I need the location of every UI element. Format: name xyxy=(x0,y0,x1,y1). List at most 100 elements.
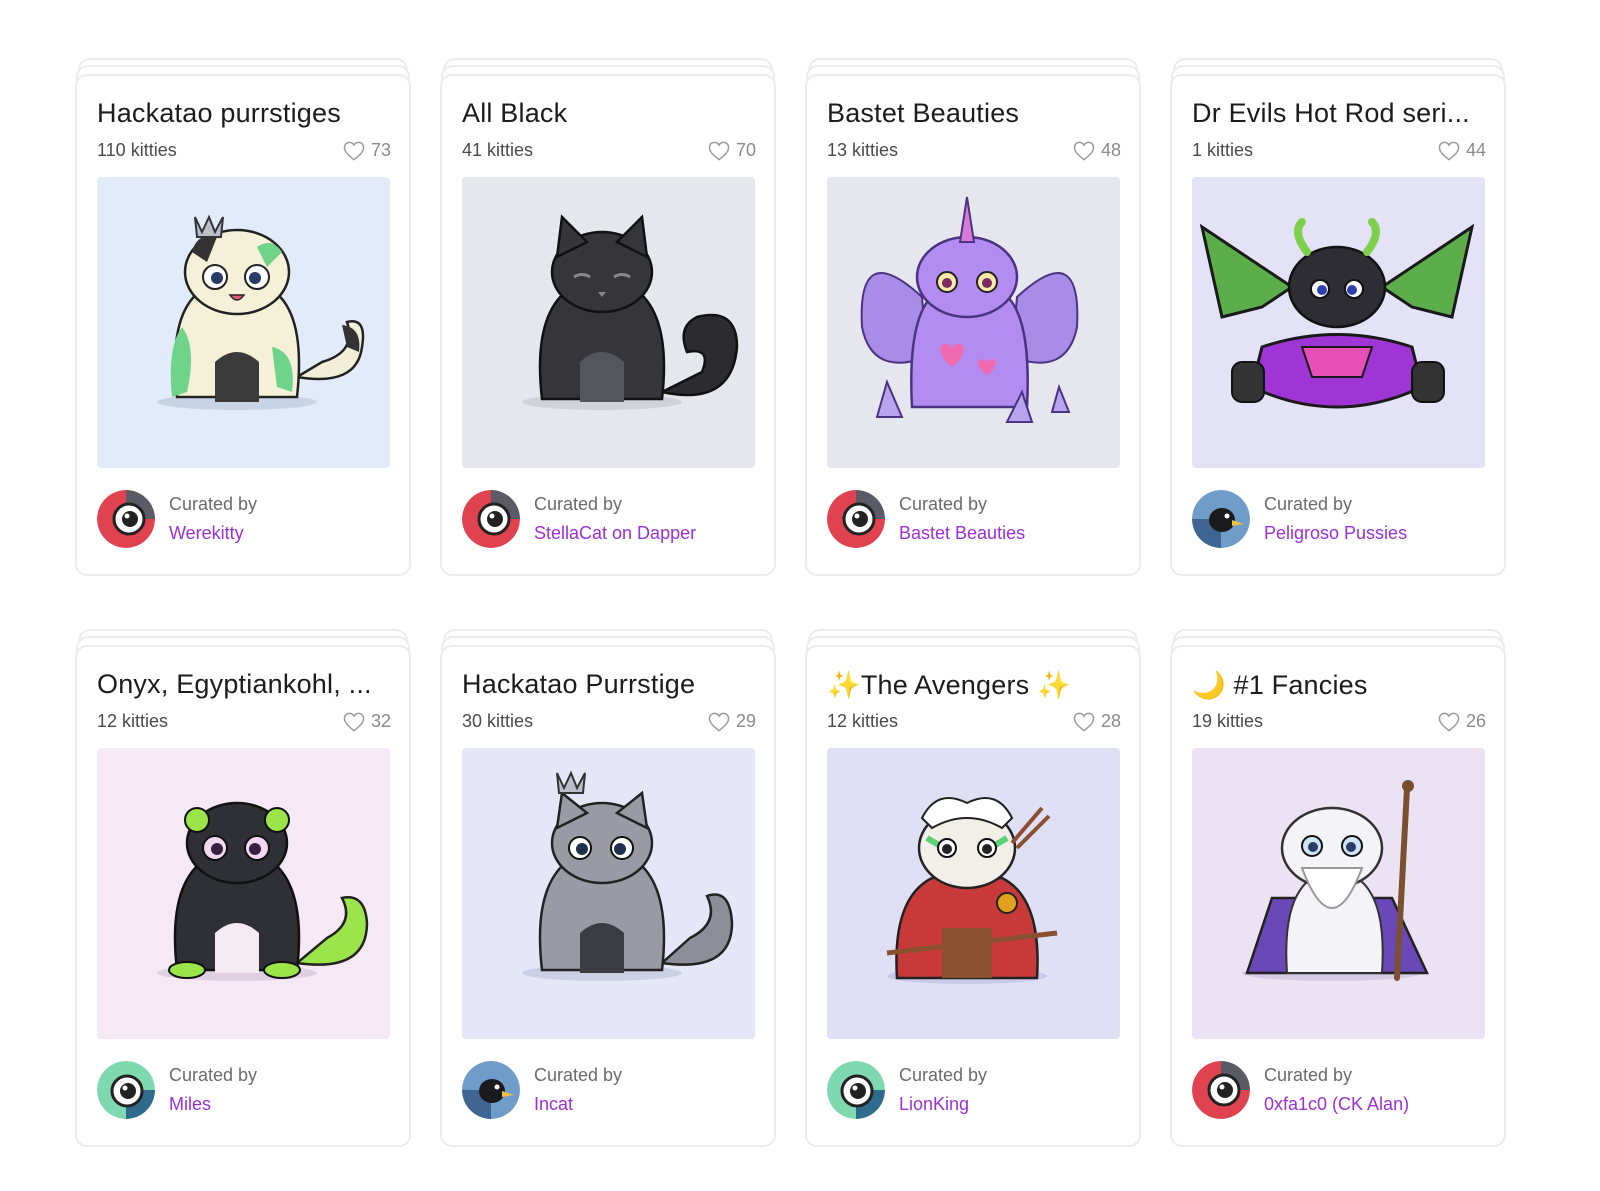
red-eye-avatar[interactable] xyxy=(462,490,520,548)
like-count: 73 xyxy=(370,140,391,160)
like-button[interactable]: 44 xyxy=(1438,140,1486,161)
curated-by-label: Curated by xyxy=(169,494,258,514)
curator-name-link[interactable]: LionKing xyxy=(899,1094,969,1115)
heart-icon xyxy=(1073,141,1095,161)
cat-wizard-icon xyxy=(1242,780,1429,981)
blue-bird-avatar[interactable] xyxy=(462,1061,520,1119)
collection-card-wrapper: ✨The Avengers ✨ 12 kitties 28 Curated by… xyxy=(805,629,1141,1149)
cat-archer-icon xyxy=(886,797,1058,984)
collection-card-wrapper: Hackatao Purrstige 30 kitties 29 Curated… xyxy=(440,629,776,1149)
collection-card[interactable]: Dr Evils Hot Rod seri... 1 kitties 44 Cu… xyxy=(1170,74,1506,576)
collection-meta: 13 kitties 48 xyxy=(827,140,1121,162)
curator-name-link[interactable]: Bastet Beauties xyxy=(899,523,1025,544)
curated-by-label: Curated by xyxy=(534,1065,623,1085)
curator-name-link[interactable]: Incat xyxy=(534,1094,573,1115)
kitty-count: 30 kitties xyxy=(462,711,534,731)
collections-grid: Hackatao purrstiges 110 kitties 73 Curat… xyxy=(75,58,1506,1149)
cat-unicorn-wings-icon xyxy=(860,196,1079,423)
like-button[interactable]: 73 xyxy=(343,140,391,161)
curator-info: Curated by Werekitty xyxy=(97,490,393,550)
cat-black-icon xyxy=(522,214,739,410)
collection-card[interactable]: Bastet Beauties 13 kitties 48 Curated by… xyxy=(805,74,1141,576)
curator-info: Curated by 0xfa1c0 (CK Alan) xyxy=(1192,1061,1488,1121)
collection-title: All Black xyxy=(462,98,568,128)
green-eye-avatar[interactable] xyxy=(827,1061,885,1119)
collection-card[interactable]: 🌙 #1 Fancies 19 kitties 26 Curated by 0x… xyxy=(1170,645,1506,1147)
collection-meta: 41 kitties 70 xyxy=(462,140,756,162)
kitty-count: 19 kitties xyxy=(1192,711,1264,731)
curator-info: Curated by StellaCat on Dapper xyxy=(462,490,758,550)
collection-card-wrapper: Onyx, Egyptiankohl, ... 12 kitties 32 Cu… xyxy=(75,629,411,1149)
like-button[interactable]: 48 xyxy=(1073,140,1121,161)
like-count: 44 xyxy=(1465,140,1486,160)
red-eye-avatar[interactable] xyxy=(827,490,885,548)
collection-art[interactable] xyxy=(97,177,390,468)
collection-card-wrapper: 🌙 #1 Fancies 19 kitties 26 Curated by 0x… xyxy=(1170,629,1506,1149)
collection-title: Bastet Beauties xyxy=(827,98,1020,128)
curator-name-link[interactable]: StellaCat on Dapper xyxy=(534,523,696,544)
like-button[interactable]: 70 xyxy=(708,140,756,161)
collection-art[interactable] xyxy=(827,748,1120,1039)
curator-info: Curated by Incat xyxy=(462,1061,758,1121)
heart-icon xyxy=(708,141,730,161)
curator-name-link[interactable]: Miles xyxy=(169,1094,211,1115)
collection-card[interactable]: ✨The Avengers ✨ 12 kitties 28 Curated by… xyxy=(805,645,1141,1147)
curator-name-link[interactable]: Peligroso Pussies xyxy=(1264,523,1407,544)
red-eye-avatar[interactable] xyxy=(1192,1061,1250,1119)
kitty-count: 1 kitties xyxy=(1192,140,1254,160)
like-count: 48 xyxy=(1100,140,1121,160)
collection-title: Hackatao Purrstige xyxy=(462,669,696,699)
like-count: 29 xyxy=(735,711,756,731)
collection-card[interactable]: Hackatao Purrstige 30 kitties 29 Curated… xyxy=(440,645,776,1147)
collection-title: 🌙 #1 Fancies xyxy=(1192,670,1368,700)
like-button[interactable]: 28 xyxy=(1073,711,1121,732)
curator-name-link[interactable]: 0xfa1c0 (CK Alan) xyxy=(1264,1094,1409,1115)
blue-bird-avatar[interactable] xyxy=(1192,490,1250,548)
collection-art[interactable] xyxy=(462,177,755,468)
kitty-count: 13 kitties xyxy=(827,140,899,160)
collection-art[interactable] xyxy=(827,177,1120,468)
collection-card-wrapper: Dr Evils Hot Rod seri... 1 kitties 44 Cu… xyxy=(1170,58,1506,578)
curated-by-label: Curated by xyxy=(534,494,623,514)
collection-meta: 1 kitties 44 xyxy=(1192,140,1486,162)
like-button[interactable]: 29 xyxy=(708,711,756,732)
heart-icon xyxy=(343,141,365,161)
kitty-count: 41 kitties xyxy=(462,140,534,160)
heart-icon xyxy=(708,712,730,732)
cat-crown-green-icon xyxy=(157,214,365,410)
like-button[interactable]: 26 xyxy=(1438,711,1486,732)
kitty-count: 12 kitties xyxy=(97,711,169,731)
curator-name-link[interactable]: Werekitty xyxy=(169,523,244,544)
curated-by-label: Curated by xyxy=(1264,1065,1353,1085)
kitty-count: 12 kitties xyxy=(827,711,899,731)
collection-card-wrapper: Hackatao purrstiges 110 kitties 73 Curat… xyxy=(75,58,411,578)
collection-card[interactable]: Onyx, Egyptiankohl, ... 12 kitties 32 Cu… xyxy=(75,645,411,1147)
collection-meta: 19 kitties 26 xyxy=(1192,711,1486,733)
heart-icon xyxy=(1438,141,1460,161)
collection-card[interactable]: All Black 41 kitties 70 Curated by Stell… xyxy=(440,74,776,576)
heart-icon xyxy=(343,712,365,732)
collection-meta: 12 kitties 32 xyxy=(97,711,391,733)
like-button[interactable]: 32 xyxy=(343,711,391,732)
collection-art[interactable] xyxy=(97,748,390,1039)
collection-title: Onyx, Egyptiankohl, ... xyxy=(97,669,372,699)
collection-art[interactable] xyxy=(462,748,755,1039)
curated-by-label: Curated by xyxy=(169,1065,258,1085)
heart-icon xyxy=(1073,712,1095,732)
kitty-count: 110 kitties xyxy=(97,140,177,160)
collection-title: Hackatao purrstiges xyxy=(97,98,341,128)
curator-info: Curated by Peligroso Pussies xyxy=(1192,490,1488,550)
cat-black-green-icon xyxy=(157,801,369,981)
collection-art[interactable] xyxy=(1192,748,1485,1039)
like-count: 70 xyxy=(735,140,756,160)
curated-by-label: Curated by xyxy=(899,494,988,514)
red-eye-avatar[interactable] xyxy=(97,490,155,548)
curator-info: Curated by Bastet Beauties xyxy=(827,490,1123,550)
green-eye-avatar[interactable] xyxy=(97,1061,155,1119)
curated-by-label: Curated by xyxy=(899,1065,988,1085)
collection-card[interactable]: Hackatao purrstiges 110 kitties 73 Curat… xyxy=(75,74,411,576)
curator-info: Curated by LionKing xyxy=(827,1061,1123,1121)
collection-card-wrapper: Bastet Beauties 13 kitties 48 Curated by… xyxy=(805,58,1141,578)
collection-art[interactable] xyxy=(1192,177,1485,468)
collection-card-wrapper: All Black 41 kitties 70 Curated by Stell… xyxy=(440,58,776,578)
